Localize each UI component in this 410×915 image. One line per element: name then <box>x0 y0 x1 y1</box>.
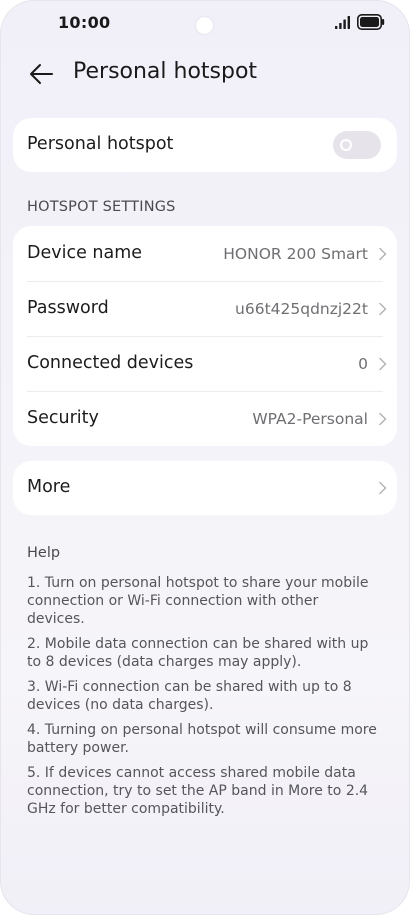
help-item: 1. Turn on personal hotspot to share you… <box>27 575 369 627</box>
security-row[interactable]: Security WPA2-Personal <box>13 391 397 446</box>
device-name-row[interactable]: Device name HONOR 200 Smart <box>13 226 397 281</box>
connected-devices-row[interactable]: Connected devices 0 <box>13 336 397 391</box>
chevron-right-icon <box>379 412 387 426</box>
chevron-right-icon <box>379 481 387 495</box>
hotspot-toggle-label: Personal hotspot <box>27 134 174 154</box>
more-card[interactable]: More <box>13 461 397 515</box>
back-button[interactable] <box>25 58 57 90</box>
help-item: 3. Wi-Fi connection can be shared with u… <box>27 679 352 713</box>
password-row[interactable]: Password u66t425qdnzj22t <box>13 281 397 336</box>
app-header: Personal hotspot <box>0 56 410 92</box>
help-title: Help <box>27 545 61 561</box>
password-label: Password <box>27 298 109 318</box>
status-time: 10:00 <box>58 13 111 32</box>
hotspot-toggle-switch[interactable] <box>333 131 381 159</box>
security-label: Security <box>27 408 99 428</box>
password-value: u66t425qdnzj22t <box>235 300 368 318</box>
security-value: WPA2-Personal <box>252 410 368 428</box>
arrow-left-icon <box>30 64 53 84</box>
help-item: 4. Turning on personal hotspot will cons… <box>27 722 377 756</box>
chevron-right-icon <box>379 302 387 316</box>
device-name-label: Device name <box>27 243 143 263</box>
hotspot-settings-card: Device name HONOR 200 Smart Password u66… <box>13 226 397 446</box>
connected-devices-value: 0 <box>358 355 368 373</box>
help-item: 2. Mobile data connection can be shared … <box>27 636 369 670</box>
help-item: 5. If devices cannot access shared mobil… <box>27 765 369 817</box>
signal-strength-icon <box>335 16 350 29</box>
status-bar: 10:00 <box>0 0 410 46</box>
front-camera <box>196 17 213 34</box>
connected-devices-label: Connected devices <box>27 353 194 373</box>
more-label: More <box>27 477 71 497</box>
chevron-right-icon <box>379 247 387 261</box>
help-list: 1. Turn on personal hotspot to share you… <box>27 574 377 825</box>
device-name-value: HONOR 200 Smart <box>223 245 368 263</box>
battery-icon <box>357 14 385 30</box>
toggle-knob <box>340 139 352 151</box>
hotspot-settings-header: HOTSPOT SETTINGS <box>27 199 176 215</box>
chevron-right-icon <box>379 357 387 371</box>
phone-screen: 10:00 Personal hotspot Personal hotspot <box>0 0 410 915</box>
page-title: Personal hotspot <box>73 59 258 84</box>
hotspot-toggle-card: Personal hotspot <box>13 118 397 172</box>
